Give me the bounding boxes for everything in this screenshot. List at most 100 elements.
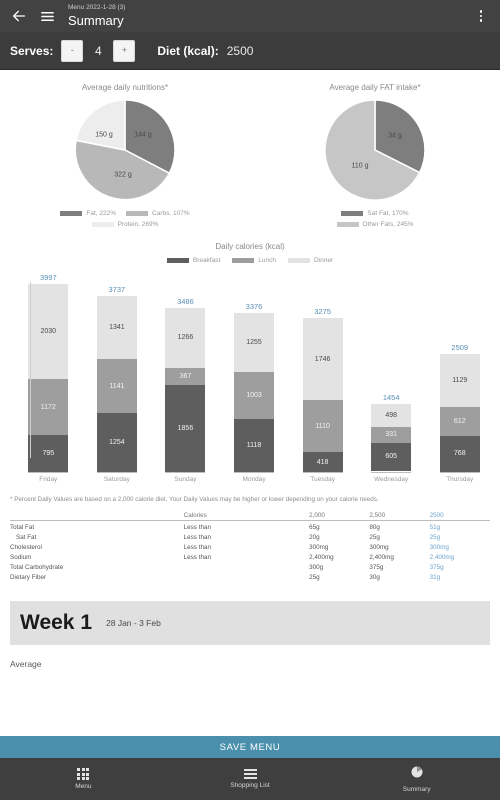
cell-nutrient: Sat Fat <box>16 534 37 542</box>
daily-calories-chart: Daily calories (kcal) Breakfast Lunch Di… <box>0 242 500 483</box>
save-menu-button[interactable]: SAVE MENU <box>0 736 500 758</box>
cell-qualifier: Less than <box>183 554 211 562</box>
app-bar: Menu 2022-1-28 (3) Summary <box>0 0 500 32</box>
more-vertical-icon[interactable] <box>470 5 492 27</box>
nav-item-shopping-list[interactable]: Shopping List <box>167 769 334 789</box>
bar-segment-lunch: 1141 <box>96 359 137 413</box>
nav-label-menu: Menu <box>75 783 92 790</box>
legend-item-sat-fat: Sat Fat, 170% <box>341 210 409 217</box>
bar-total-label: 3376 <box>245 302 263 312</box>
bar-segment-dinner: 1255 <box>234 313 275 373</box>
x-axis-tick: Tuesday <box>288 472 357 483</box>
bar-total-label: 1454 <box>382 392 400 402</box>
bar-segment-lunch: 1003 <box>234 372 275 420</box>
x-axis-tick-label: Monday <box>242 476 266 483</box>
x-axis-tick-line <box>234 472 275 473</box>
bar-total-label: 3275 <box>314 306 331 316</box>
nutrition-pie-chart: Average daily nutritions* 144 g 322 g 15… <box>0 83 250 228</box>
nav-item-menu[interactable]: Menu <box>0 768 167 790</box>
diet-value[interactable]: 2500 <box>227 44 254 58</box>
cell-2000: 300g <box>309 564 324 572</box>
fat-pie-graphic: 34 g 110 g <box>323 98 427 202</box>
bar-stack: 2030 1172 795 <box>28 284 69 472</box>
cell-2500: 80g <box>369 520 430 533</box>
daily-calories-title: Daily calories (kcal) <box>215 242 285 251</box>
bar-stack: 1255 1003 1118 <box>234 313 275 472</box>
th-blank <box>10 510 184 521</box>
legend-label-other-fats: Other Fats, 245% <box>362 221 414 228</box>
cell-nutrient: Sodium <box>10 554 32 562</box>
th-custom: 2500 <box>429 511 444 519</box>
legend-swatch-carbs <box>126 211 149 216</box>
serves-label: Serves: <box>10 43 54 58</box>
cell-custom: 375g <box>429 564 444 572</box>
th-2500: 2,500 <box>369 511 386 519</box>
cell-nutrient: Total Fat <box>10 520 184 533</box>
legend-item-dinner: Dinner <box>288 257 333 264</box>
bar-segment-lunch: 1110 <box>302 400 343 453</box>
bottom-navigation: Menu Shopping List Summary <box>0 758 500 800</box>
cell-qualifier: Less than <box>183 520 310 533</box>
bar-column: 1454 498 331 605 <box>357 266 426 472</box>
x-axis-tick-line <box>302 472 343 473</box>
cell-2500: 2,400mg <box>369 554 394 562</box>
th-calories: Calories <box>183 511 207 519</box>
serves-increment-button[interactable]: + <box>113 39 136 62</box>
bar-chart-x-axis: Friday Saturday Sunday Monday Tuesday Wednesd… <box>14 472 494 483</box>
bar-segment-lunch: 612 <box>439 407 480 436</box>
cell-2500: 30g <box>369 574 380 582</box>
back-arrow-icon[interactable] <box>8 5 30 27</box>
bar-segment-lunch: 367 <box>165 367 206 385</box>
x-axis-tick-line <box>165 472 206 473</box>
x-axis-tick-label: Saturday <box>103 476 130 483</box>
summary-scroll-content[interactable]: Average daily nutritions* 144 g 322 g 15… <box>0 71 500 726</box>
cell-qualifier <box>184 563 309 573</box>
cell-custom: 300mg <box>429 544 449 552</box>
bar-segment-dinner: 2030 <box>28 284 69 380</box>
legend-swatch-fat <box>60 211 83 216</box>
pie-charts-row: Average daily nutritions* 144 g 322 g 15… <box>0 71 500 228</box>
cell-qualifier: Less than <box>183 544 211 552</box>
bar-column: 3376 1255 1003 1118 <box>220 266 289 472</box>
table-row: Sodium Less than 2,400mg 2,400mg 2,400mg <box>10 553 490 563</box>
x-axis-tick-label: Thursday <box>446 476 474 483</box>
nav-label-summary: Summary <box>402 786 431 793</box>
table-header-row: Calories 2,000 2,500 2500 <box>10 510 490 521</box>
pie-chart-icon <box>411 765 423 783</box>
legend-swatch-protein <box>91 222 114 227</box>
bar-segment-dinner: 1341 <box>96 296 137 360</box>
nav-item-summary[interactable]: Summary <box>333 765 500 793</box>
bar-stack: 498 331 605 <box>371 403 412 472</box>
nutrition-slice-label-carbs: 322 g <box>114 171 132 179</box>
nutrition-slice-label-fat: 144 g <box>134 131 152 139</box>
serves-decrement-button[interactable]: - <box>61 39 84 62</box>
bar-segment-breakfast: 605 <box>371 442 412 472</box>
bar-column: 3737 1341 1141 1254 <box>83 266 152 472</box>
legend-label-fat: Fat, 222% <box>86 210 117 217</box>
legend-swatch-sat-fat <box>341 211 364 216</box>
cell-2000: 20g <box>309 534 320 542</box>
list-lines-icon <box>243 769 257 779</box>
pie-chart-icon-svg <box>411 766 423 778</box>
cell-2000: 65g <box>309 520 370 533</box>
hamburger-menu-icon[interactable] <box>36 5 58 27</box>
daily-values-table: Calories 2,000 2,500 2500 Total Fat Less … <box>10 510 490 583</box>
week-date-range: 28 Jan - 3 Feb <box>106 617 161 628</box>
legend-swatch-dinner <box>288 258 311 263</box>
x-axis-tick-line <box>96 472 137 473</box>
daily-values-table-head: Calories 2,000 2,500 2500 <box>10 510 490 521</box>
table-row: Cholesterol Less than 300mg 300mg 300mg <box>10 543 490 553</box>
cell-2000: 300mg <box>309 544 329 552</box>
fat-pie-legend: Sat Fat, 170% Other Fats, 245% <box>336 210 414 228</box>
week-header-block[interactable]: Week 1 28 Jan - 3 Feb <box>10 600 490 645</box>
cell-2500: 300mg <box>369 544 389 552</box>
cell-nutrient: Dietary Fiber <box>10 574 47 582</box>
bar-segment-breakfast: 768 <box>439 435 480 472</box>
bar-segment-dinner: 1266 <box>165 308 206 368</box>
overflow-dots <box>479 10 483 22</box>
grid-icon <box>77 768 90 780</box>
bar-segment-breakfast: 1254 <box>96 412 137 472</box>
legend-swatch-other-fats <box>336 222 359 227</box>
bar-stack: 1341 1141 1254 <box>96 296 137 472</box>
bar-total-label: 3997 <box>39 273 57 282</box>
